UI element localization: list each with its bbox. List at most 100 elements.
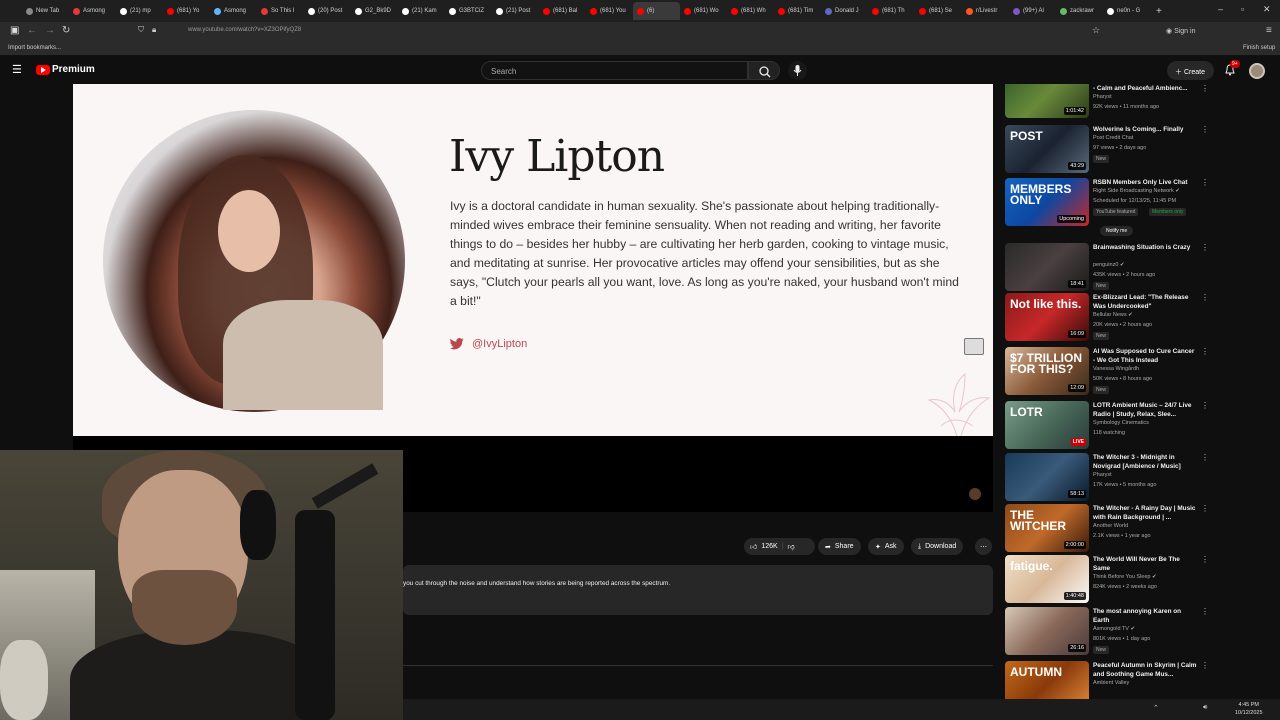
browser-tab[interactable]: (681) Tim <box>774 2 821 20</box>
volume-icon[interactable]: 🔊︎ <box>1203 704 1207 712</box>
more-actions-button[interactable]: ⋯ <box>975 538 992 555</box>
create-button[interactable]: ＋ Create <box>1167 61 1214 80</box>
more-options-icon[interactable]: ⋮ <box>1201 347 1209 356</box>
browser-tab[interactable]: G3BTCiZ <box>445 2 492 20</box>
channel-name[interactable]: Asmongold TV ✔︎ <box>1093 626 1135 632</box>
browser-tab[interactable]: (20) Post <box>304 2 351 20</box>
finish-setup-link[interactable]: Finish setup <box>1243 45 1275 51</box>
video-thumbnail[interactable]: fatigue. 1:40:48 <box>1005 555 1089 603</box>
channel-name[interactable]: penguinz0 ✔︎ <box>1093 262 1125 268</box>
recommended-video[interactable]: MEMBERS ONLY Upcoming RSBN Members Only Li… <box>1005 178 1215 236</box>
video-thumbnail[interactable]: MEMBERS ONLY Upcoming <box>1005 178 1089 226</box>
maximize-icon[interactable]: ▫ <box>1241 4 1244 14</box>
miniplayer-icon[interactable] <box>964 338 984 355</box>
video-title[interactable]: AI Was Supposed to Cure Cancer - We Got … <box>1093 347 1198 365</box>
video-title[interactable]: The Witcher - A Rainy Day | Music with R… <box>1093 504 1198 522</box>
ask-button[interactable]: ✦ Ask <box>868 538 904 555</box>
browser-tab[interactable]: G2_Bk9D <box>351 2 398 20</box>
browser-tab[interactable]: (681) Th <box>868 2 915 20</box>
video-title[interactable]: - Calm and Peaceful Ambienc... <box>1093 84 1198 93</box>
browser-tab[interactable]: Asmong <box>69 2 116 20</box>
lock-icon[interactable]: 🔒︎ <box>152 25 156 35</box>
video-title[interactable]: The Witcher 3 - Midnight in Novigrad [Am… <box>1093 453 1198 471</box>
more-options-icon[interactable]: ⋮ <box>1201 243 1209 252</box>
youtube-premium-label[interactable]: Premium <box>52 64 95 75</box>
browser-tab[interactable]: (681) Wh <box>727 2 774 20</box>
browser-tab[interactable]: (681) Wo <box>680 2 727 20</box>
video-thumbnail[interactable]: POST 43:29 <box>1005 125 1089 173</box>
account-avatar[interactable] <box>1249 63 1265 79</box>
sign-in-button[interactable]: ◉ Sign in <box>1166 27 1195 35</box>
thumbs-down-icon[interactable]: 👎︎ <box>788 542 795 551</box>
notify-me-button[interactable]: Notify me <box>1100 226 1134 236</box>
video-title[interactable]: RSBN Members Only Live Chat <box>1093 178 1198 187</box>
video-thumbnail[interactable]: Not like this. 16:09 <box>1005 293 1089 341</box>
video-title[interactable]: The most annoying Karen on Earth <box>1093 607 1198 625</box>
video-title[interactable]: Wolverine Is Coming... Finally <box>1093 125 1198 134</box>
more-options-icon[interactable]: ⋮ <box>1201 401 1209 410</box>
video-description[interactable]: you cut through the noise and understand… <box>403 565 993 615</box>
more-options-icon[interactable]: ⋮ <box>1201 125 1209 134</box>
channel-name[interactable]: Symbology Cinematics <box>1093 420 1149 426</box>
forward-icon[interactable]: → <box>45 25 55 36</box>
channel-name[interactable]: Pharyst <box>1093 472 1112 478</box>
channel-name[interactable]: Another World <box>1093 523 1128 529</box>
twitter-link[interactable]: @IvyLipton <box>450 338 527 350</box>
browser-tab[interactable]: (6) <box>633 2 680 20</box>
more-options-icon[interactable]: ⋮ <box>1201 555 1209 564</box>
recommended-video[interactable]: THE WITCHER 2:00:00 The Witcher - A Rainy … <box>1005 504 1215 554</box>
close-window-icon[interactable]: ✕ <box>1263 4 1271 15</box>
browser-tab[interactable]: (21) Post <box>492 2 539 20</box>
video-title[interactable]: Ex-Blizzard Lead: "The Release Was Under… <box>1093 293 1198 311</box>
system-clock[interactable]: 4:45 PM 10/12/2025 <box>1235 701 1263 717</box>
video-thumbnail[interactable]: 18:41 <box>1005 243 1089 291</box>
bookmark-star-icon[interactable]: ☆ <box>1092 25 1100 36</box>
reload-icon[interactable]: ↻ <box>62 25 70 36</box>
more-options-icon[interactable]: ⋮ <box>1201 607 1209 616</box>
browser-tab[interactable]: ne0n - G <box>1103 2 1150 20</box>
video-thumbnail[interactable]: 26:16 <box>1005 607 1089 655</box>
recommended-video[interactable]: 58:13 The Witcher 3 - Midnight in Novigra… <box>1005 453 1215 503</box>
video-player[interactable]: Ivy Lipton Ivy is a doctoral candidate i… <box>73 84 993 512</box>
share-button[interactable]: ➦ Share <box>818 538 861 555</box>
recommended-video[interactable]: Not like this. 16:09 Ex-Blizzard Lead: "Th… <box>1005 293 1215 343</box>
video-thumbnail[interactable]: THE WITCHER 2:00:00 <box>1005 504 1089 552</box>
channel-name[interactable]: Think Before You Sleep ✔︎ <box>1093 574 1157 580</box>
more-options-icon[interactable]: ⋮ <box>1201 178 1209 187</box>
channel-name[interactable]: Right Side Broadcasting Network ✔︎ <box>1093 188 1180 194</box>
browser-tab[interactable]: (21) Kam <box>398 2 445 20</box>
more-options-icon[interactable]: ⋮ <box>1201 453 1209 462</box>
new-tab-icon[interactable]: + <box>1156 6 1162 17</box>
channel-watermark-icon[interactable] <box>969 488 981 500</box>
video-thumbnail[interactable]: $7 TRILLION FOR THIS? 12:09 <box>1005 347 1089 395</box>
browser-tab[interactable]: Asmong <box>210 2 257 20</box>
recommended-video[interactable]: fatigue. 1:40:48 The World Will Never Be T… <box>1005 555 1215 605</box>
channel-name[interactable]: Post Credit Chat <box>1093 135 1133 141</box>
recommended-video[interactable]: 18:41 Brainwashing Situation is Crazy peng… <box>1005 243 1215 293</box>
more-options-icon[interactable]: ⋮ <box>1201 293 1209 302</box>
video-title[interactable]: Brainwashing Situation is Crazy <box>1093 243 1198 252</box>
recommended-video[interactable]: $7 TRILLION FOR THIS? 12:09 AI Was Suppose… <box>1005 347 1215 397</box>
browser-tab[interactable]: (21) mp <box>116 2 163 20</box>
hamburger-menu-icon[interactable]: ☰ <box>12 63 22 76</box>
browser-tab[interactable]: (681) Se <box>915 2 962 20</box>
more-options-icon[interactable]: ⋮ <box>1201 84 1209 93</box>
browser-tab[interactable]: (681) You <box>586 2 633 20</box>
browser-tab[interactable]: So This I <box>257 2 304 20</box>
back-icon[interactable]: ← <box>27 25 37 36</box>
shield-icon[interactable]: ⛉ <box>138 25 144 35</box>
import-bookmarks-link[interactable]: Import bookmarks... <box>8 45 61 51</box>
browser-tab[interactable]: (681) Bal <box>539 2 586 20</box>
more-options-icon[interactable]: ⋮ <box>1201 661 1209 670</box>
recommended-video[interactable]: AUTUMN Peaceful Autumn in Skyrim | Calm a… <box>1005 661 1215 699</box>
url-text[interactable]: www.youtube.com/watch?v=XZ3OPifyQZ8 <box>188 27 301 33</box>
more-options-icon[interactable]: ⋮ <box>1201 504 1209 513</box>
video-thumbnail[interactable]: LOTR LIVE <box>1005 401 1089 449</box>
tray-chevron-icon[interactable]: ⌃ <box>1153 704 1159 712</box>
recommended-video[interactable]: 26:16 The most annoying Karen on Earth Asm… <box>1005 607 1215 657</box>
video-title[interactable]: The World Will Never Be The Same <box>1093 555 1198 573</box>
recommended-video[interactable]: LOTR LIVE LOTR Ambient Music – 24/7 Live R… <box>1005 401 1215 451</box>
like-count[interactable]: 126K <box>761 543 777 550</box>
browser-tab[interactable]: New Tab <box>22 2 69 20</box>
browser-tab[interactable]: (99+) Al <box>1009 2 1056 20</box>
